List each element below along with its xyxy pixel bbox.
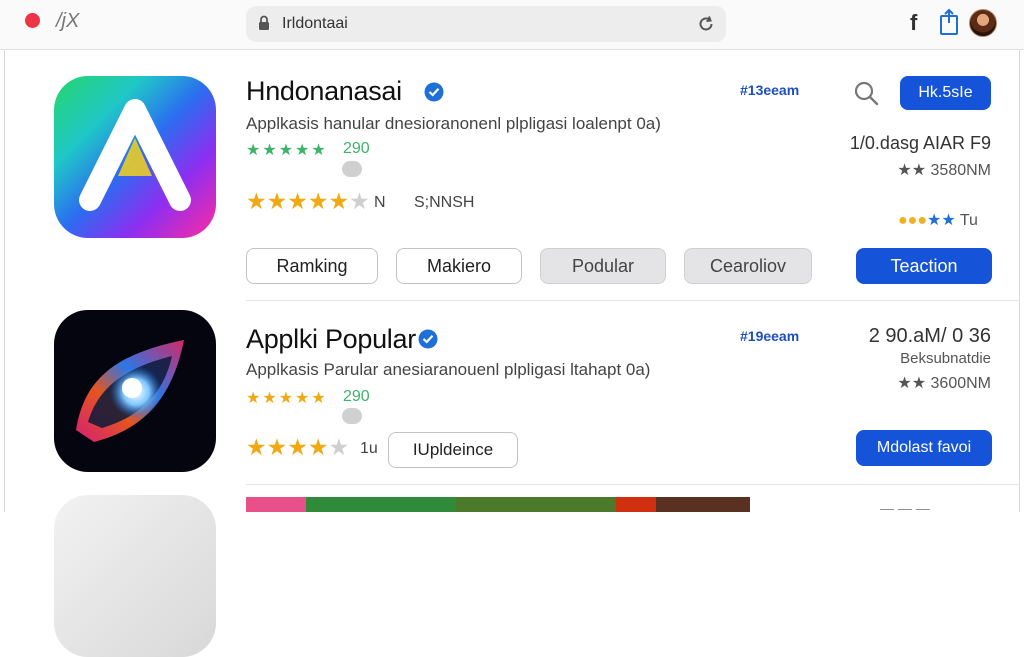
gold-small-star-rating: ★★★★★ [246,390,328,407]
gold-star-rating: ★★★★★ [246,434,350,460]
app-description: Applkasis Parular anesiaranouenl plpliga… [246,360,651,379]
stat-sub: ★★ 3600NM [897,375,991,392]
avatar[interactable] [969,9,997,37]
f-glyph[interactable]: f [910,10,917,36]
small-count: 290 [343,388,370,405]
small-count: 290 [343,140,370,157]
app-title[interactable]: Applki Popular [246,324,416,355]
verified-icon [424,82,444,102]
verified-icon [418,329,438,349]
cearoliov-button[interactable]: Cearoliov [684,248,812,284]
makiero-button[interactable]: Makiero [396,248,522,284]
tiny-badge [342,161,362,177]
ranking-button[interactable]: Ramking [246,248,378,284]
green-star-rating: ★★★★★ [246,142,328,159]
dots-suffix: Tu [959,212,978,229]
screenshot-strip [246,497,750,512]
nav-glyph[interactable]: /jX [56,10,79,33]
teaction-button[interactable]: Teaction [856,248,992,284]
rating-extra: 1u [360,440,378,457]
share-icon[interactable] [938,8,960,36]
indicator-dots: ●●●★★ Tu [898,212,978,229]
stat-sub: ★★ 3580NM [897,162,991,179]
app-description: Applkasis hanular dnesioranonenl plpliga… [246,114,661,133]
gold-star-rating: ★★★★★★ [246,188,370,214]
rating-stub: — — — [880,500,930,516]
stat-sub-label: Beksubnatdie [900,350,991,367]
search-icon[interactable] [853,80,879,106]
reload-icon[interactable] [696,14,716,34]
rank-tag: #19eeam [740,328,800,344]
tiny-badge [342,408,362,424]
letter-a-icon [79,99,191,211]
popular-button[interactable]: Podular [540,248,666,284]
app-icon[interactable] [54,495,216,657]
app-icon[interactable] [54,310,216,472]
stat-line: 1/0.dasg AIAR F9 [849,133,991,153]
mdolast-button[interactable]: Mdolast favoi [856,430,992,466]
rating-code: S;NNSH [414,194,475,211]
rating-extra: N [374,194,386,211]
row-divider [246,484,1020,485]
stat-line: 2 90.aM/ 0 36 [868,325,991,347]
app-title[interactable]: Hndonanasai [246,76,402,107]
close-button[interactable] [25,13,40,28]
url-text: Irldontaai [282,15,348,32]
browser-toolbar: /jX Irldontaai f [0,0,1024,50]
app-icon[interactable] [54,76,216,238]
update-button[interactable]: IUpldeince [388,432,518,468]
lock-icon [259,15,269,30]
camera-glow-icon [76,340,184,442]
row-divider [246,300,1020,301]
address-bar[interactable]: Irldontaai [246,6,726,42]
get-button[interactable]: Hk.5sIe [900,76,991,110]
rank-tag: #13eeam [740,82,800,98]
